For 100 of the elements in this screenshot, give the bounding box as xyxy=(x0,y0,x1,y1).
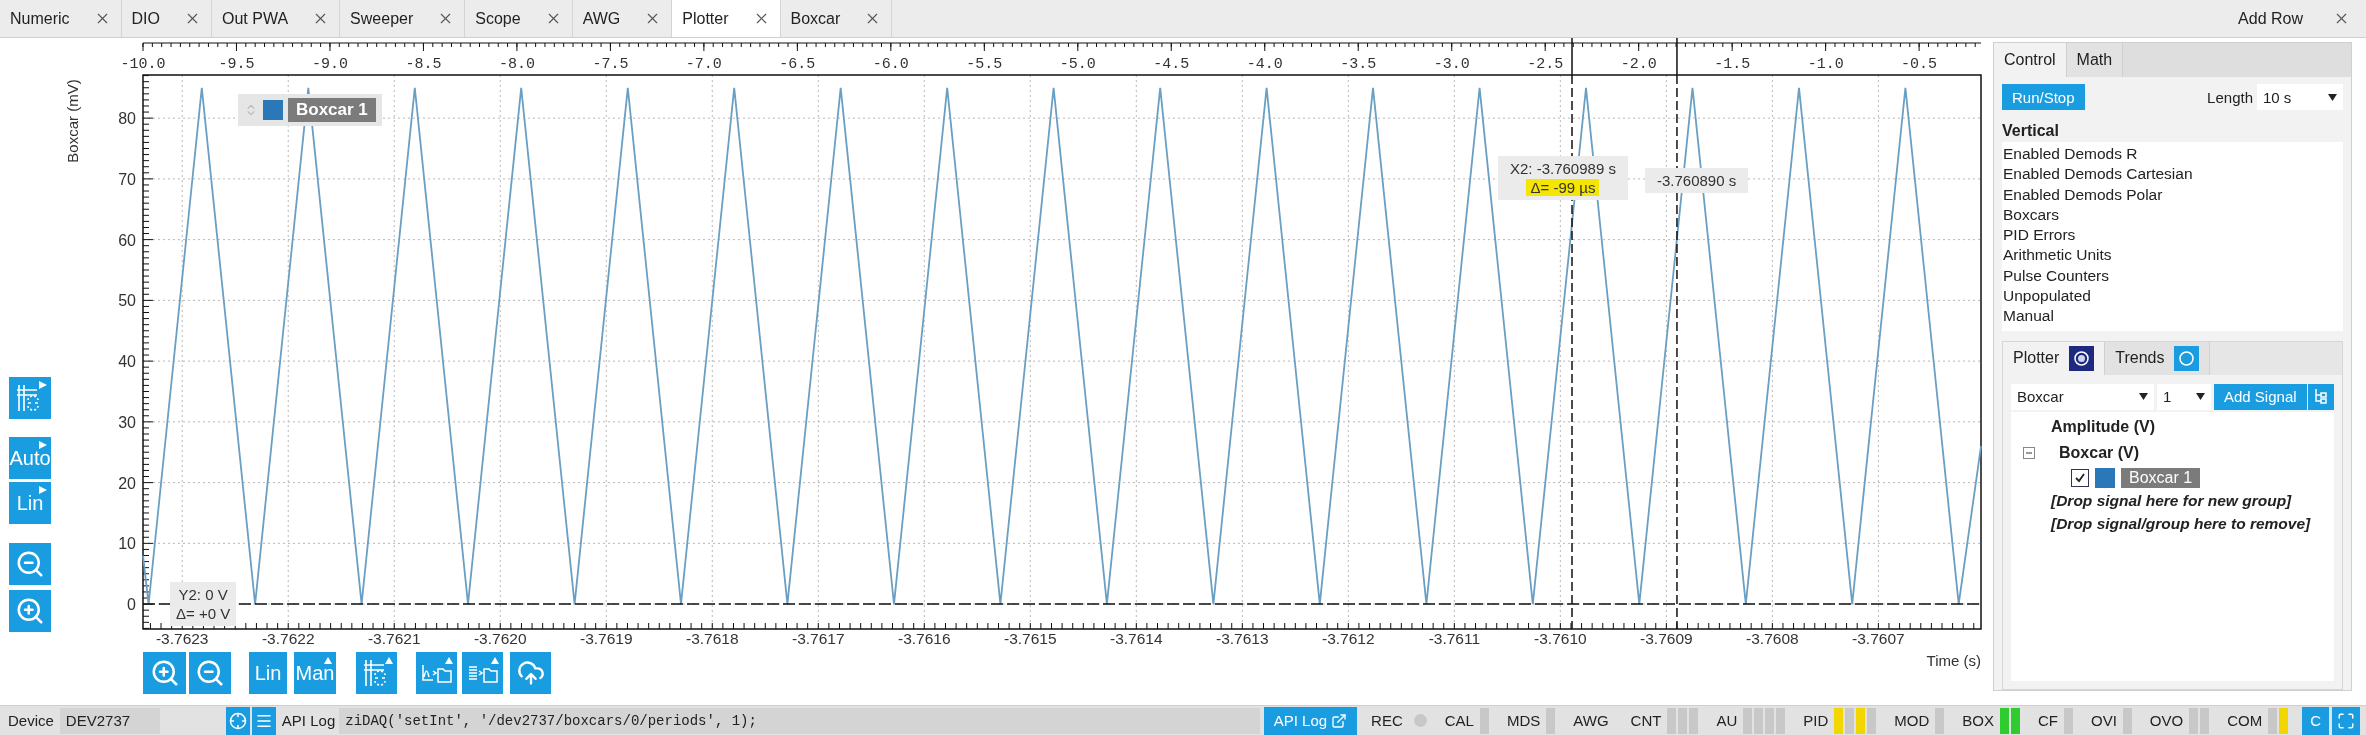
axis-tick-label: -3.7615 xyxy=(1004,630,1057,647)
tab[interactable]: Plotter xyxy=(672,0,781,37)
legend-label[interactable]: Boxcar 1 xyxy=(288,98,376,122)
axis-tick-label: -10.0 xyxy=(120,56,166,73)
axis-tick-label: -6.0 xyxy=(872,56,909,73)
tab[interactable]: Control xyxy=(1994,43,2067,77)
status-label: COM xyxy=(2227,712,2263,729)
zoom-in-button[interactable] xyxy=(9,590,51,632)
drop-target-label: [Drop signal here for new group] xyxy=(2051,492,2292,511)
status-label: OVO xyxy=(2149,712,2184,729)
caret-icon xyxy=(323,655,333,665)
cursor-button[interactable] xyxy=(9,377,51,419)
crosshair-icon xyxy=(228,711,247,730)
caret-icon xyxy=(490,655,500,665)
export-table-button[interactable] xyxy=(462,652,503,694)
cursor-button[interactable] xyxy=(356,652,397,694)
api-log-field: ziDAQ('setInt', '/dev2737/boxcars/0/periods', 1); xyxy=(339,707,1260,734)
zoom-out-icon xyxy=(15,549,45,579)
status-label: MOD xyxy=(1894,712,1930,729)
tab[interactable]: Trends xyxy=(2105,341,2211,375)
axis-tick-label: 20 xyxy=(118,474,136,492)
add-row-link[interactable]: Add Row xyxy=(2238,9,2303,28)
list-item[interactable]: Pulse Counters xyxy=(2002,265,2343,287)
axis-tick-label: -3.7614 xyxy=(1110,630,1163,647)
axis-tick-label: -3.7612 xyxy=(1322,630,1375,647)
zoom-out-button[interactable] xyxy=(189,652,231,694)
axis-tick-label: 70 xyxy=(118,170,136,188)
axis-tick-label: -3.5 xyxy=(1340,56,1377,73)
axis-tick-label: -3.7623 xyxy=(155,630,209,647)
tree-group-label[interactable]: Amplitude (V) xyxy=(2051,417,2155,436)
axis-tick-label: 50 xyxy=(118,292,136,310)
device-field[interactable]: DEV2737 xyxy=(59,707,160,734)
list-item[interactable]: Arithmetic Units xyxy=(2002,245,2343,266)
axis-tick-label: -3.7619 xyxy=(579,630,633,647)
cursor-label: X2: -3.760989 s xyxy=(1509,160,1617,177)
axis-title: Time (s) xyxy=(1926,652,1981,669)
axis-tick-label: -9.0 xyxy=(311,56,348,73)
tree-view-button[interactable] xyxy=(2307,383,2334,410)
list-item[interactable]: Enabled Demods Cartesian xyxy=(2002,164,2343,185)
field-label: Length xyxy=(2207,88,2253,106)
tree-item-label[interactable]: Boxcar 1 xyxy=(2121,467,2201,488)
axis-tick-label: -9.5 xyxy=(218,56,255,73)
axis-tick-label: -0.5 xyxy=(1901,56,1938,73)
axis-tick-label: -3.7622 xyxy=(261,630,315,647)
list-item[interactable]: Enabled Demods R xyxy=(2002,144,2343,165)
axis-tick-label: -3.7621 xyxy=(367,630,421,647)
locate-button[interactable] xyxy=(225,706,250,735)
tree-group-label[interactable]: Boxcar (V) xyxy=(2059,443,2140,462)
axis-tick-label: -7.5 xyxy=(592,56,629,73)
axis-tick-label: -2.0 xyxy=(1620,56,1657,73)
fullscreen-button[interactable] xyxy=(2332,706,2360,735)
list-item[interactable]: Manual xyxy=(2002,306,2343,327)
tab[interactable]: Plotter xyxy=(2003,341,2106,375)
axis-tick-label: -3.0 xyxy=(1433,56,1470,73)
cloud-upload-icon xyxy=(516,659,545,687)
zoom-in-icon xyxy=(15,596,45,626)
delta-label: Δ= -99 µs xyxy=(1526,179,1600,196)
axis-tick-label: -3.7618 xyxy=(686,630,739,647)
dropdown-arrow-icon xyxy=(2196,393,2205,401)
checkbox[interactable] xyxy=(2071,468,2089,487)
zoom-in-button[interactable] xyxy=(143,652,186,694)
field-label: Device xyxy=(8,712,54,729)
axis-tick-label: 80 xyxy=(118,110,136,128)
field-label: API Log xyxy=(281,712,336,729)
axis-tick-label: -7.0 xyxy=(685,56,722,73)
axis-tick-label: -3.7608 xyxy=(1746,630,1799,647)
axis-tick-label: -3.7613 xyxy=(1216,630,1269,647)
status-label: MDS xyxy=(1506,712,1541,729)
status-label: PID xyxy=(1803,712,1829,729)
list-item[interactable]: Unpopulated xyxy=(2002,286,2343,307)
list-item[interactable]: Boxcars xyxy=(2002,204,2343,226)
axis-tick-label: -8.5 xyxy=(405,56,442,73)
axis-tick-label: -3.7617 xyxy=(792,630,845,647)
axis-tick-label: -1.0 xyxy=(1807,56,1844,73)
delta-label: Δ= +0 V xyxy=(175,605,232,622)
cursor-label: Y2: 0 V xyxy=(177,586,229,603)
list-item[interactable]: PID Errors xyxy=(2002,225,2343,246)
module-select[interactable]: Boxcar xyxy=(2011,383,2154,410)
zoom-out-button[interactable] xyxy=(9,543,51,585)
menu-button[interactable] xyxy=(251,706,276,735)
channel-select[interactable]: 1 xyxy=(2157,383,2211,410)
zoom-out-icon xyxy=(195,658,225,688)
tree-icon xyxy=(2312,387,2329,406)
axis-tick-label: -2.5 xyxy=(1527,56,1564,73)
list-item[interactable]: Enabled Demods Polar xyxy=(2002,184,2343,205)
dropdown-arrow-icon xyxy=(2139,393,2148,401)
status-label: AU xyxy=(1716,712,1738,729)
axis-tick-label: -3.7620 xyxy=(473,630,527,647)
length-select[interactable]: 10 s xyxy=(2257,84,2343,110)
collapse-icon[interactable] xyxy=(2023,446,2035,459)
export-plot-button[interactable] xyxy=(416,652,457,694)
caret-icon xyxy=(384,655,394,665)
caret-icon xyxy=(444,655,454,665)
tab[interactable]: Math xyxy=(2066,43,2124,77)
status-label: CAL xyxy=(1444,712,1474,729)
axis-tick-label: -6.5 xyxy=(779,56,816,73)
upload-button[interactable] xyxy=(510,652,551,694)
axis-tick-label: -3.7607 xyxy=(1852,630,1905,647)
status-label: CNT xyxy=(1630,712,1662,729)
axis-tick-label: -3.7610 xyxy=(1534,630,1587,647)
